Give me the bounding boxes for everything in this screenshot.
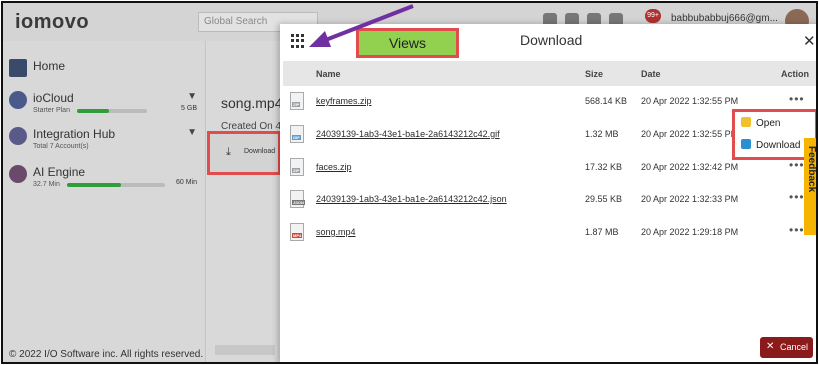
chevron-down-icon[interactable]: ▼ (187, 91, 197, 102)
file-type-label: GIF (292, 135, 301, 140)
file-name-link[interactable]: keyframes.zip (316, 96, 372, 106)
storage-total: 5 GB (181, 105, 197, 112)
annotation-arrow (309, 4, 414, 47)
file-date: 20 Apr 2022 1:32:55 PM (641, 96, 739, 106)
download-icon (741, 139, 751, 149)
file-date: 20 Apr 2022 1:32:55 PM (641, 129, 739, 139)
main-content-bg (207, 41, 279, 362)
file-name-link[interactable]: 24039139-1ab3-43e1-ba1e-2a6143212c42.gif (316, 129, 500, 139)
file-zip-icon: ZIP (290, 92, 304, 110)
table-row[interactable]: ZIP faces.zip 17.32 KB 20 Apr 2022 1:32:42 … (283, 158, 816, 190)
storage-progress-bar (77, 109, 147, 113)
ai-used-minutes: 32.7 Min (33, 181, 60, 188)
storage-progress-fill (77, 109, 109, 113)
file-size: 17.32 KB (585, 162, 623, 172)
sidebar-item-integration-hub[interactable]: Integration Hub Total 7 Account(s) ▼ (9, 127, 201, 153)
file-zip-icon: ZIP (290, 158, 304, 176)
chevron-down-icon[interactable]: ▼ (187, 127, 197, 138)
home-icon (9, 59, 27, 77)
file-size: 1.87 MB (585, 227, 619, 237)
cancel-button-label: Cancel (780, 342, 809, 352)
horizontal-scrollbar[interactable] (215, 345, 275, 355)
ai-usage-progress-bar (67, 183, 165, 187)
modal-title: Download (520, 32, 583, 48)
file-type-label: ZIP (292, 168, 301, 173)
table-row[interactable]: MP4 song.mp4 1.87 MB 20 Apr 2022 1:29:18 PM… (283, 223, 816, 255)
column-name[interactable]: Name (316, 69, 341, 79)
sidebar-item-label: AI Engine (33, 165, 86, 179)
file-title: song.mp4 (221, 95, 283, 111)
file-size: 568.14 KB (585, 96, 628, 106)
file-size: 29.55 KB (585, 194, 623, 204)
close-icon: ✕ (766, 341, 775, 352)
more-actions-icon[interactable]: ••• (789, 92, 805, 106)
file-name-link[interactable]: faces.zip (316, 162, 352, 172)
file-date: 20 Apr 2022 1:29:18 PM (641, 227, 739, 237)
ai-total-minutes: 60 Min (175, 179, 197, 186)
file-type-label: ZIP (292, 102, 301, 107)
ai-engine-icon (9, 165, 27, 183)
file-date: 20 Apr 2022 1:32:42 PM (641, 162, 739, 172)
sidebar-item-home[interactable]: Home (9, 59, 201, 79)
more-actions-icon[interactable]: ••• (789, 158, 805, 172)
column-date[interactable]: Date (641, 69, 661, 79)
action-open-label: Open (756, 118, 781, 129)
action-download-label: Download (756, 140, 801, 151)
sidebar-item-ai-engine[interactable]: AI Engine 32.7 Min 60 Min (9, 165, 201, 193)
file-type-label: MP4 (292, 233, 303, 238)
plan-label: Starter Plan (33, 107, 70, 114)
file-date: 20 Apr 2022 1:32:33 PM (641, 194, 739, 204)
download-modal: Views Download ✕ Name Size Date Action Z… (280, 24, 816, 362)
app-logo[interactable]: iomovo (15, 11, 89, 34)
table-header: Name Size Date Action (283, 61, 816, 86)
hub-icon (9, 127, 27, 145)
cloud-icon (9, 91, 27, 109)
feedback-label: Feedback (806, 146, 817, 193)
screenshot-frame: iomovo Global Search 99+ babbubabbuj666@… (1, 1, 818, 364)
file-mp4-icon: MP4 (290, 223, 304, 241)
file-name-link[interactable]: song.mp4 (316, 227, 356, 237)
column-action: Action (781, 69, 809, 79)
accounts-count: Total 7 Account(s) (33, 143, 89, 150)
more-actions-icon[interactable]: ••• (789, 223, 805, 237)
download-button[interactable]: ⤓ Download (207, 131, 281, 175)
more-actions-icon[interactable]: ••• (789, 190, 805, 204)
file-json-icon: JSON (290, 190, 305, 208)
sidebar-item-label: Integration Hub (33, 127, 116, 141)
download-button-label: Download (244, 148, 276, 155)
close-icon[interactable]: ✕ (803, 32, 816, 50)
cancel-button[interactable]: ✕ Cancel (760, 337, 813, 358)
ai-usage-progress-fill (67, 183, 121, 187)
feedback-tab[interactable]: Feedback (804, 138, 817, 235)
sidebar: Home ioCloud Starter Plan ▼ 5 GB Integra… (3, 41, 206, 362)
folder-open-icon (741, 117, 751, 127)
download-icon: ⤓ (226, 146, 231, 158)
copyright: © 2022 I/O Software inc. All rights rese… (9, 349, 204, 360)
column-size[interactable]: Size (585, 69, 603, 79)
action-download[interactable]: Download (741, 139, 800, 155)
sidebar-item-iocloud[interactable]: ioCloud Starter Plan ▼ 5 GB (9, 91, 201, 121)
file-type-label: JSON (292, 200, 305, 205)
file-size: 1.32 MB (585, 129, 619, 139)
user-email[interactable]: babbubabbuj666@gm... (671, 13, 778, 24)
action-open[interactable]: Open (741, 117, 780, 133)
table-row[interactable]: JSON 24039139-1ab3-43e1-ba1e-2a6143212c42… (283, 190, 816, 222)
sidebar-item-label: Home (33, 59, 66, 73)
notification-badge[interactable]: 99+ (645, 9, 661, 23)
sidebar-item-label: ioCloud (33, 91, 74, 105)
file-name-link[interactable]: 24039139-1ab3-43e1-ba1e-2a6143212c42.jso… (316, 194, 507, 204)
file-gif-icon: GIF (290, 125, 304, 143)
